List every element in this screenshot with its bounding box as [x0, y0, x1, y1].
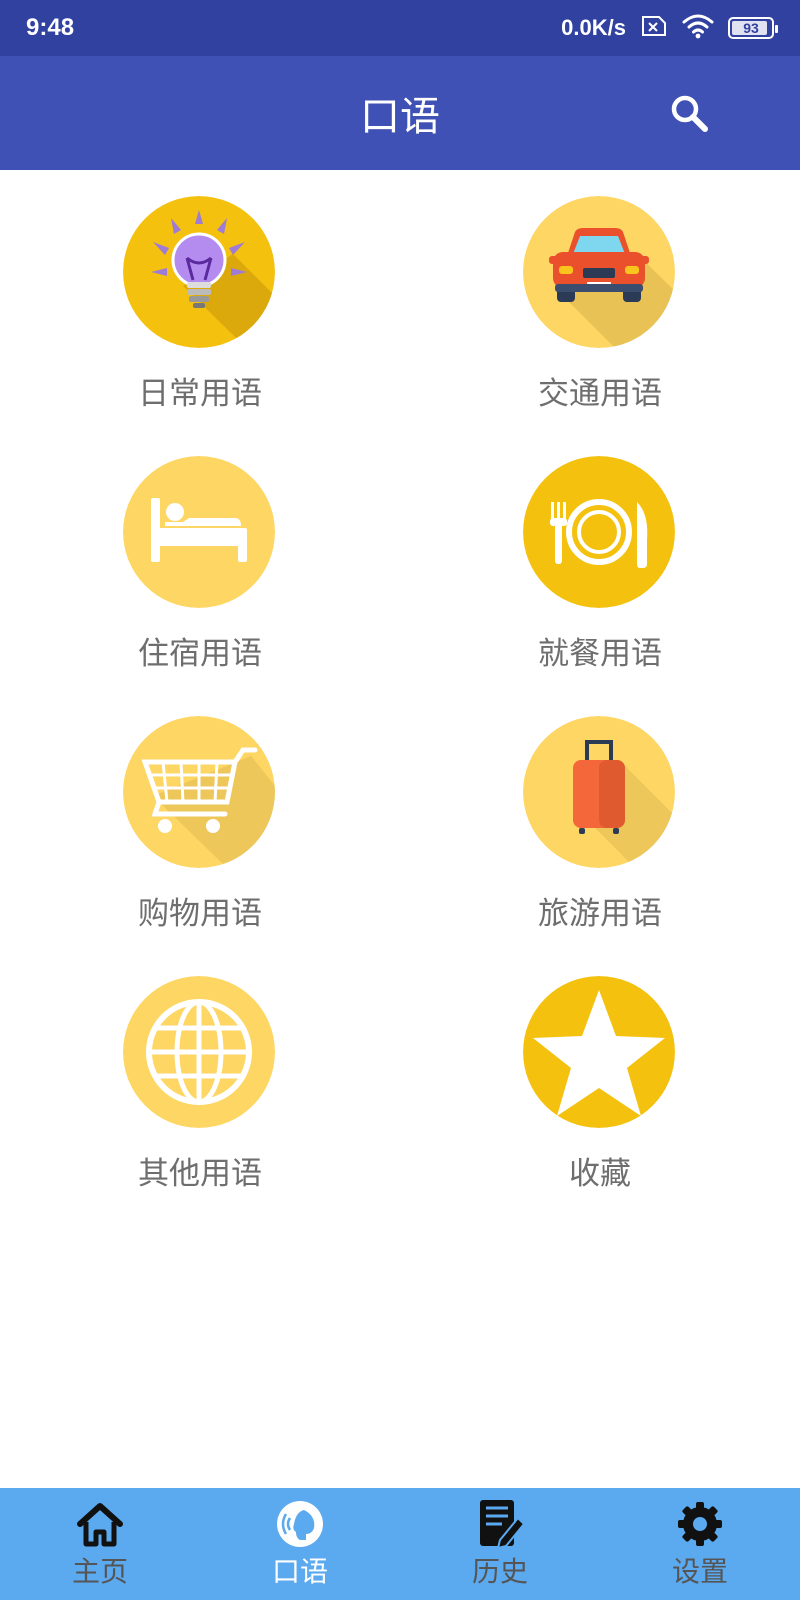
globe-icon [123, 976, 275, 1128]
home-icon [77, 1503, 123, 1547]
shopping-cart-icon [123, 716, 275, 868]
nav-settings[interactable]: 设置 [600, 1488, 800, 1600]
category-label: 日常用语 [138, 376, 262, 412]
nav-label: 历史 [471, 1555, 528, 1588]
dining-icon [523, 456, 675, 608]
category-travel[interactable]: 旅游用语 [400, 690, 800, 950]
gear-icon [678, 1502, 722, 1546]
category-label: 住宿用语 [138, 636, 262, 672]
status-time: 9:48 [26, 14, 75, 41]
nav-label: 口语 [271, 1555, 328, 1588]
car-icon [523, 196, 675, 348]
nav-history[interactable]: 历史 [400, 1488, 600, 1600]
star-icon [523, 976, 675, 1128]
status-indicators: 0.0K/s 93 [561, 12, 778, 44]
network-speed: 0.0K/s [561, 15, 626, 40]
bed-icon [123, 456, 275, 608]
category-daily[interactable]: 日常用语 [0, 170, 400, 430]
category-label: 购物用语 [138, 896, 262, 932]
status-bar: 9:48 0.0K/s 93 [0, 0, 800, 56]
battery-icon: 93 [728, 17, 778, 39]
nav-home[interactable]: 主页 [0, 1488, 200, 1600]
category-other[interactable]: 其他用语 [0, 950, 400, 1210]
sim-no-service-icon [640, 15, 668, 41]
category-label: 旅游用语 [538, 896, 662, 932]
app-bar: 口语 [0, 56, 800, 170]
bottom-navigation: 主页 口语 历史 设置 [0, 1488, 800, 1600]
category-label: 收藏 [569, 1156, 631, 1192]
category-transport[interactable]: 交通用语 [400, 170, 800, 430]
nav-speaking[interactable]: 口语 [200, 1488, 400, 1600]
category-grid: 日常用语 交通用语 住宿用语 就餐用语 购物用语 旅游用语 其他用语 收藏 [0, 170, 800, 1192]
category-label: 其他用语 [138, 1156, 262, 1192]
battery-level: 93 [743, 20, 759, 36]
category-label: 交通用语 [538, 376, 662, 412]
nav-label: 主页 [71, 1555, 128, 1588]
lightbulb-icon [123, 196, 275, 348]
category-label: 就餐用语 [538, 636, 662, 672]
search-button[interactable] [668, 92, 712, 136]
search-icon [671, 95, 708, 132]
suitcase-icon [523, 716, 675, 868]
category-lodging[interactable]: 住宿用语 [0, 430, 400, 690]
speech-icon [277, 1501, 323, 1547]
history-icon [480, 1500, 526, 1550]
category-dining[interactable]: 就餐用语 [400, 430, 800, 690]
category-favorites[interactable]: 收藏 [400, 950, 800, 1210]
category-shopping[interactable]: 购物用语 [0, 690, 400, 950]
nav-label: 设置 [671, 1555, 728, 1588]
wifi-icon [682, 13, 714, 43]
